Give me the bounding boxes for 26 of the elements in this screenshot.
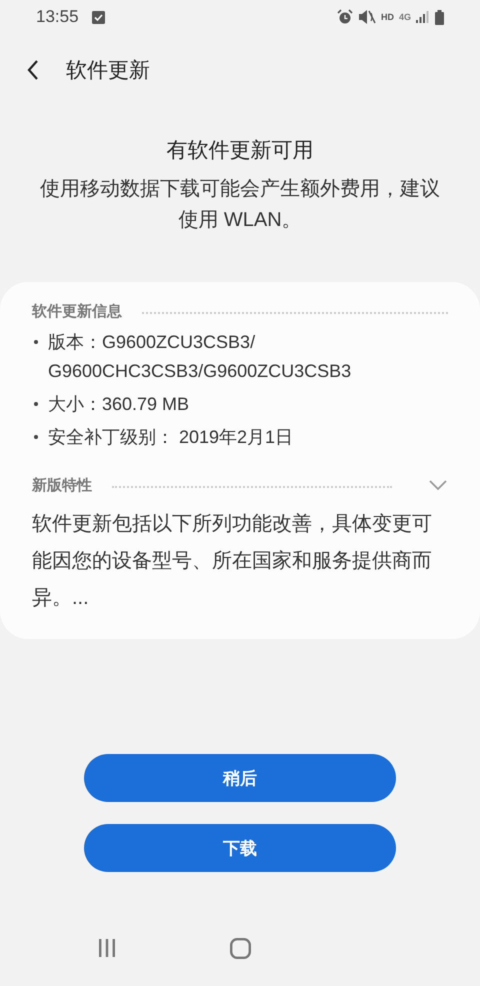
network-label: 4G — [398, 12, 411, 22]
info-item: 版本：G9600ZCU3CSB3/G9600CHC3CSB3/G9600ZCU3CSB3 — [48, 331, 352, 383]
back-icon — [26, 59, 40, 81]
page-title: 软件更新 — [66, 58, 150, 84]
bullet-icon — [34, 340, 38, 344]
alarm-icon — [336, 9, 353, 25]
bullet-icon — [34, 435, 38, 439]
status-time: 13:55 — [36, 7, 79, 27]
info-item: 大小：360.79 MB — [48, 393, 190, 416]
info-item: 安全补丁级别： 2019年2月1日 — [48, 426, 294, 449]
section-title: 新版特性 — [32, 476, 92, 494]
recents-icon[interactable] — [96, 939, 116, 957]
action-button[interactable]: 稍后 — [84, 754, 396, 802]
mute-icon — [358, 9, 376, 25]
action-button[interactable]: 下载 — [84, 824, 396, 872]
checkbox-notification-icon — [92, 10, 105, 24]
chevron-icon[interactable] — [428, 479, 448, 491]
battery-icon — [435, 10, 444, 24]
home-icon[interactable] — [230, 938, 250, 958]
section-title: 软件更新信息 — [32, 302, 122, 320]
notice-title: 有软件更新可用 — [166, 138, 314, 164]
notice-message: 使用移动数据下载可能会产生额外费用，建议使用 WLAN。 — [39, 177, 441, 233]
features-text: 软件更新包括以下所列功能改善，具体变更可能因您的设备型号、所在国家和服务提供商而异。... — [32, 512, 433, 611]
signal-icon — [416, 11, 430, 23]
hd-label: HD — [380, 12, 394, 22]
bullet-icon — [34, 402, 38, 406]
